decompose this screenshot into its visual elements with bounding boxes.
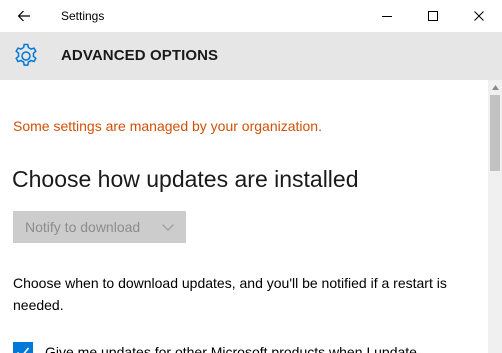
- back-button[interactable]: [4, 0, 44, 32]
- page-header: ADVANCED OPTIONS: [0, 32, 502, 80]
- scroll-thumb[interactable]: [490, 95, 500, 171]
- install-mode-dropdown[interactable]: Notify to download: [13, 211, 186, 243]
- close-button[interactable]: [456, 0, 502, 32]
- chevron-down-icon: [162, 224, 174, 231]
- checkmark-icon: [17, 347, 30, 353]
- minimize-icon: [382, 16, 392, 17]
- other-products-checkbox[interactable]: [13, 342, 33, 353]
- maximize-icon: [428, 11, 438, 21]
- managed-notice: Some settings are managed by your organi…: [13, 118, 322, 134]
- back-arrow-icon: [17, 10, 30, 22]
- window-title: Settings: [61, 9, 105, 23]
- vertical-scrollbar[interactable]: [488, 80, 502, 353]
- maximize-button[interactable]: [410, 0, 456, 32]
- section-heading: Choose how updates are installed: [12, 166, 359, 192]
- scroll-up-arrow-icon: [491, 84, 499, 90]
- content-area: Some settings are managed by your organi…: [0, 80, 488, 353]
- description-text: Choose when to download updates, and you…: [13, 275, 447, 313]
- close-icon: [474, 11, 484, 21]
- minimize-button[interactable]: [364, 0, 410, 32]
- other-products-checkbox-label: Give me updates for other Microsoft prod…: [45, 344, 417, 353]
- scroll-up-button[interactable]: [488, 80, 502, 94]
- gear-icon: [15, 43, 37, 66]
- settings-window: Settings ADVANCED OPTIONS Some settings …: [0, 0, 502, 353]
- title-bar: Settings: [0, 0, 502, 32]
- dropdown-selected-value: Notify to download: [25, 219, 141, 235]
- page-title: ADVANCED OPTIONS: [61, 47, 219, 64]
